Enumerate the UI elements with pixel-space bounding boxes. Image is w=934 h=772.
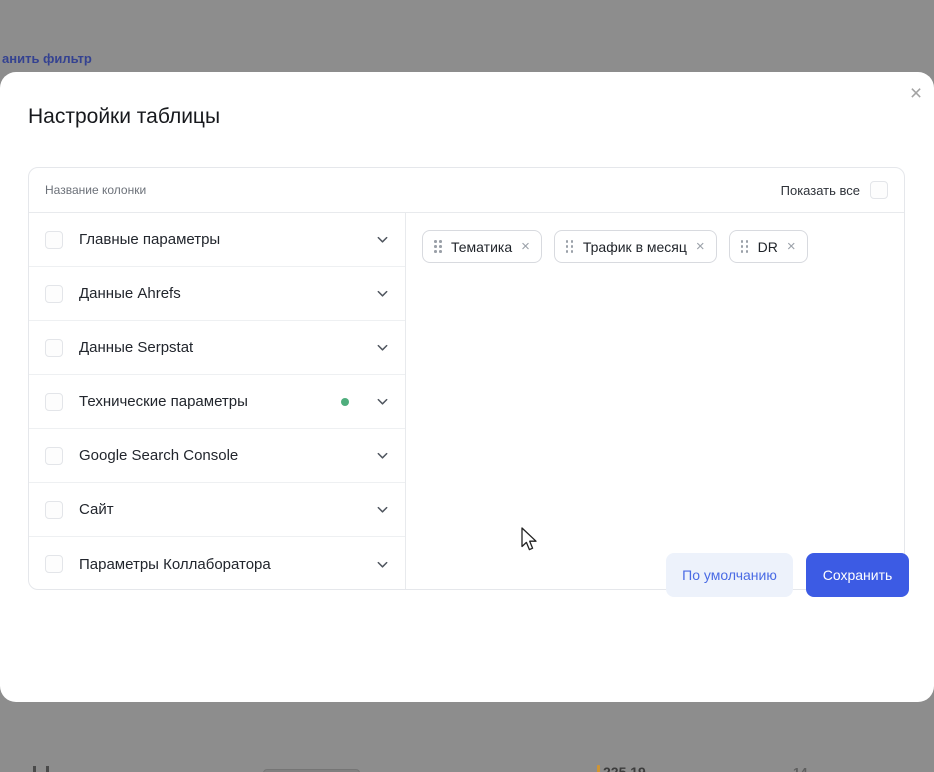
- column-groups-list: Главные параметры Данные Ahrefs Данные S…: [29, 213, 406, 589]
- chip-remove-icon[interactable]: ×: [696, 239, 705, 254]
- column-group-row[interactable]: Данные Ahrefs: [29, 267, 405, 321]
- chevron-down-icon[interactable]: [375, 341, 389, 355]
- group-label: Данные Ahrefs: [79, 285, 359, 302]
- group-checkbox[interactable]: [45, 231, 63, 249]
- group-label: Сайт: [79, 501, 359, 518]
- orange-tick-icon: [597, 765, 600, 772]
- chevron-down-icon[interactable]: [375, 287, 389, 301]
- default-button[interactable]: По умолчанию: [666, 553, 793, 597]
- drag-handle-icon[interactable]: [566, 240, 574, 253]
- close-icon[interactable]: ×: [905, 82, 927, 104]
- show-all-label: Показать все: [781, 183, 860, 198]
- group-label: Технические параметры: [79, 393, 325, 410]
- drag-handle-icon[interactable]: [434, 240, 442, 253]
- column-group-row[interactable]: Главные параметры: [29, 213, 405, 267]
- selected-column-chip[interactable]: Тематика ×: [422, 230, 542, 263]
- group-checkbox[interactable]: [45, 501, 63, 519]
- chip-label: Тематика: [451, 239, 512, 255]
- group-checkbox[interactable]: [45, 339, 63, 357]
- column-group-row[interactable]: Данные Serpstat: [29, 321, 405, 375]
- clipped-number: 225.19: [603, 764, 646, 772]
- group-checkbox[interactable]: [45, 447, 63, 465]
- chip-remove-icon[interactable]: ×: [787, 239, 796, 254]
- clipped-table-value-secondary: 14: [793, 765, 807, 772]
- group-checkbox[interactable]: [45, 555, 63, 573]
- show-all-control[interactable]: Показать все: [781, 181, 888, 199]
- drag-handle-icon[interactable]: [741, 240, 749, 253]
- panel-header: Название колонки Показать все: [29, 168, 904, 213]
- chevron-down-icon[interactable]: [375, 395, 389, 409]
- group-checkbox[interactable]: [45, 393, 63, 411]
- panel-body: Главные параметры Данные Ahrefs Данные S…: [29, 213, 904, 589]
- chevron-down-icon[interactable]: [375, 233, 389, 247]
- column-group-row[interactable]: Google Search Console: [29, 429, 405, 483]
- green-status-dot: [341, 398, 349, 406]
- group-checkbox[interactable]: [45, 285, 63, 303]
- group-label: Данные Serpstat: [79, 339, 359, 356]
- clipped-table-value: 225.19: [597, 764, 646, 772]
- modal-title: Настройки таблицы: [28, 105, 220, 129]
- chip-remove-icon[interactable]: ×: [521, 239, 530, 254]
- columns-panel: Название колонки Показать все Главные па…: [28, 167, 905, 590]
- chip-label: DR: [758, 239, 778, 255]
- column-name-header: Название колонки: [45, 183, 146, 197]
- chevron-down-icon[interactable]: [375, 557, 389, 571]
- selected-column-chip[interactable]: DR ×: [729, 230, 808, 263]
- selected-columns-area: Тематика × Трафик в месяц × DR ×: [406, 213, 904, 589]
- column-group-row[interactable]: Параметры Коллаборатора: [29, 537, 405, 591]
- show-all-checkbox[interactable]: [870, 181, 888, 199]
- save-button[interactable]: Сохранить: [806, 553, 909, 597]
- group-label: Google Search Console: [79, 447, 359, 464]
- group-label: Параметры Коллаборатора: [79, 556, 359, 573]
- chip-label: Трафик в месяц: [583, 239, 687, 255]
- save-filter-link-clipped[interactable]: анить фильтр: [2, 51, 92, 66]
- selected-column-chip[interactable]: Трафик в месяц ×: [554, 230, 717, 263]
- group-label: Главные параметры: [79, 231, 359, 248]
- column-group-row[interactable]: Технические параметры: [29, 375, 405, 429]
- chevron-down-icon[interactable]: [375, 503, 389, 517]
- chevron-down-icon[interactable]: [375, 449, 389, 463]
- column-group-row[interactable]: Сайт: [29, 483, 405, 537]
- clipped-text-fragment: [33, 766, 49, 772]
